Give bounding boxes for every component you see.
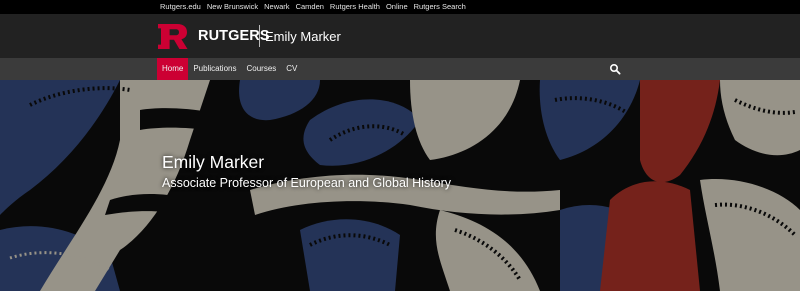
- nav-menu: Home Publications Courses CV: [157, 58, 302, 80]
- utility-link-rutgers-edu[interactable]: Rutgers.edu: [160, 2, 201, 12]
- site-name[interactable]: Emily Marker: [265, 29, 341, 44]
- hero-banner: Emily Marker Associate Professor of Euro…: [0, 80, 800, 291]
- nav-item-courses[interactable]: Courses: [241, 58, 281, 80]
- nav-item-cv[interactable]: CV: [281, 58, 302, 80]
- utility-bar: Rutgers.edu New Brunswick Newark Camden …: [0, 0, 800, 14]
- search-icon[interactable]: [609, 63, 621, 75]
- utility-link-rutgers-health[interactable]: Rutgers Health: [330, 2, 380, 12]
- rutgers-r-logo-icon[interactable]: [157, 23, 189, 50]
- utility-link-newark[interactable]: Newark: [264, 2, 289, 12]
- utility-link-new-brunswick[interactable]: New Brunswick: [207, 2, 258, 12]
- hero-subtitle: Associate Professor of European and Glob…: [162, 176, 452, 190]
- utility-link-rutgers-search[interactable]: Rutgers Search: [414, 2, 466, 12]
- utility-links: Rutgers.edu New Brunswick Newark Camden …: [160, 2, 472, 12]
- brand-bar: RUTGERS Emily Marker: [0, 14, 800, 58]
- nav-item-publications[interactable]: Publications: [188, 58, 241, 80]
- hero-title: Emily Marker: [162, 152, 265, 172]
- utility-link-camden[interactable]: Camden: [296, 2, 324, 12]
- main-nav: Home Publications Courses CV: [0, 58, 800, 80]
- nav-item-home[interactable]: Home: [157, 58, 189, 80]
- brand-divider: [259, 25, 260, 47]
- utility-link-online[interactable]: Online: [386, 2, 408, 12]
